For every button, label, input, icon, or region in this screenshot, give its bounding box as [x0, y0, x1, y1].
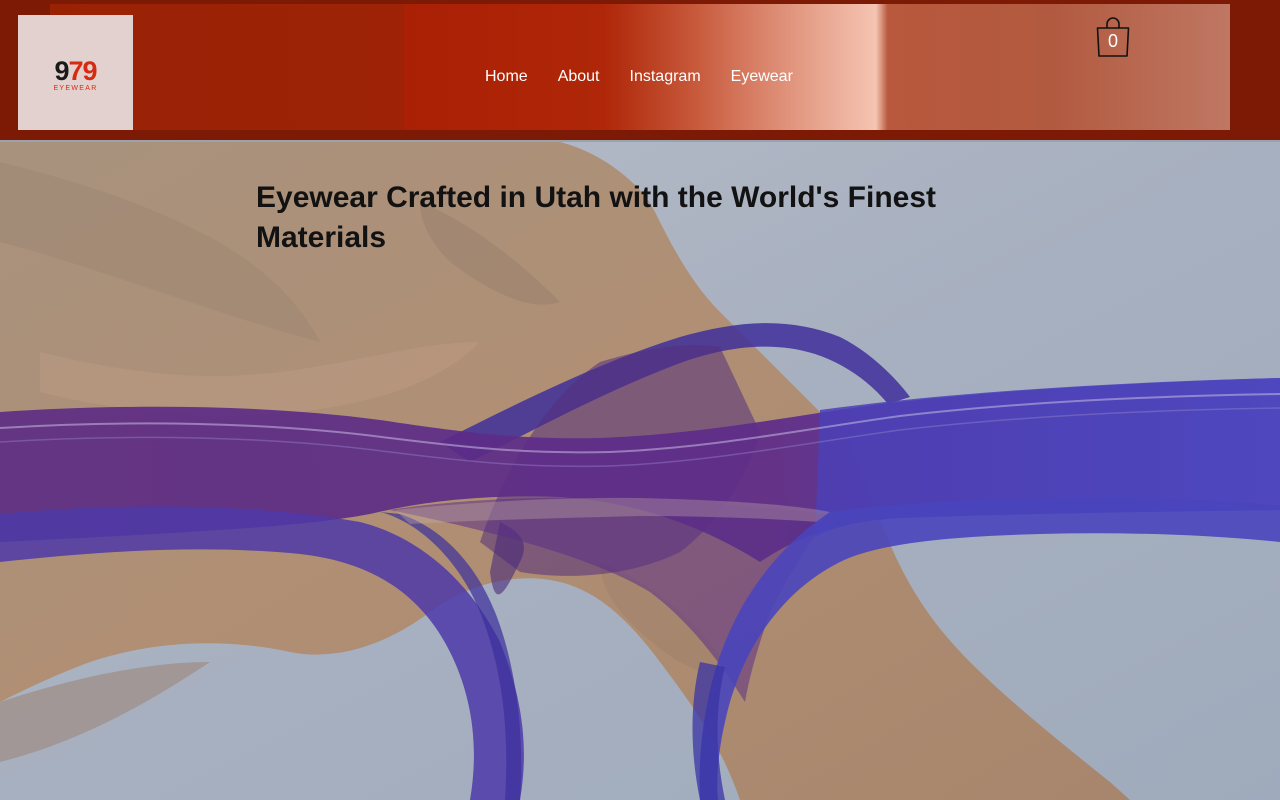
nav-about-link[interactable]: About [543, 64, 615, 90]
site-header: 979 EYEWEAR Home About Instagram Eyewear… [0, 0, 1280, 140]
logo-subtitle: EYEWEAR [53, 84, 98, 92]
main-nav: Home About Instagram Eyewear [470, 64, 808, 90]
cart-count-badge: 0 [1107, 31, 1118, 51]
hero-title: Eyewear Crafted in Utah with the World's… [256, 181, 937, 254]
page: 979 EYEWEAR Home About Instagram Eyewear… [0, 0, 1280, 800]
logo-digit-nine: 9 [54, 55, 69, 86]
logo-mark: 979 [54, 55, 97, 86]
cart-button[interactable]: 0 [1094, 14, 1132, 58]
nav-home-link[interactable]: Home [470, 64, 543, 90]
logo-digits-seventy-nine: 79 [68, 55, 97, 86]
header-divider [0, 140, 1280, 142]
hero-section: Eyewear Crafted in Utah with the World's… [0, 142, 1280, 800]
nav-eyewear-link[interactable]: Eyewear [716, 64, 808, 90]
logo-link[interactable]: 979 EYEWEAR [18, 15, 133, 130]
nav-instagram-link[interactable]: Instagram [615, 64, 716, 90]
